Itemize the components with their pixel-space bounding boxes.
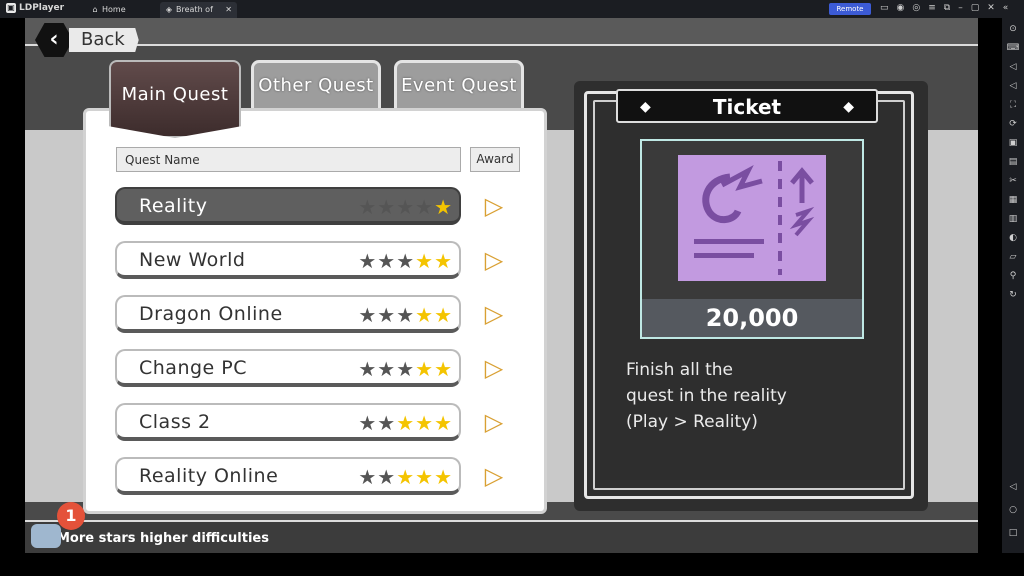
record-icon[interactable]: ▦	[1006, 193, 1020, 207]
description-line: quest in the reality	[626, 386, 787, 406]
sync-icon[interactable]: ⟳	[1006, 117, 1020, 131]
ticket-icon	[678, 155, 826, 281]
app-logo: ▣ LDPlayer	[6, 3, 64, 13]
quest-name: Reality Online	[139, 465, 279, 487]
quest-row-dragon-online[interactable]: Dragon Online ★★★★★	[115, 295, 461, 333]
android-recents-icon[interactable]: □	[1006, 526, 1020, 540]
difficulty-stars: ★★★★★	[358, 357, 453, 381]
diamond-icon: ◆	[843, 99, 854, 115]
close-tab-icon[interactable]: ✕	[225, 2, 232, 18]
game-icon: ◈	[165, 5, 173, 14]
app-name: LDPlayer	[19, 3, 65, 13]
emulator-titlebar: ▣ LDPlayer ⌂ Home ◈Breath of Dra... ✕ Rem…	[0, 0, 1024, 30]
chat-button[interactable]: 1	[25, 502, 85, 553]
rotate-icon[interactable]: ↻	[1006, 288, 1020, 302]
remote-button[interactable]: Remote	[829, 3, 871, 15]
emulator-sidebar: ⊙ ⌨ ◁ ◁ ⛶ ⟳ ▣ ▤ ✂ ▦ ▥ ◐ ▱ ⚲ ↻ ◁ ○ □	[1002, 18, 1024, 558]
bottom-bar	[0, 553, 1024, 576]
quest-name-header: Quest Name	[116, 147, 461, 172]
quest-row-reality[interactable]: Reality ★★★★★	[115, 187, 461, 225]
keyboard-icon[interactable]: ⌨	[1006, 41, 1020, 55]
tab-home[interactable]: ⌂ Home	[86, 2, 156, 18]
reward-panel: ◆ Ticket ◆ 20,000 Finish all the quest i…	[574, 81, 928, 511]
play-button-reality-online[interactable]: ▷	[481, 463, 507, 489]
screen-icon[interactable]: ▭	[880, 3, 889, 13]
gamepad-icon[interactable]: ◎	[912, 3, 920, 13]
screenshot-icon[interactable]: ▣	[1006, 136, 1020, 150]
difficulty-stars: ★★★★★	[358, 195, 453, 219]
quest-name: Class 2	[139, 411, 211, 433]
operation-icon[interactable]: ◐	[1006, 231, 1020, 245]
diamond-icon: ◆	[640, 99, 651, 115]
volume-down-icon[interactable]: ◁	[1006, 79, 1020, 93]
quest-name: Reality	[139, 195, 208, 217]
fullscreen-icon[interactable]: ⛶	[1006, 98, 1020, 112]
reward-description: Finish all the quest in the reality (Pla…	[626, 357, 856, 435]
tab-other-quest[interactable]: Other Quest	[251, 60, 381, 114]
play-button-change-pc[interactable]: ▷	[481, 355, 507, 381]
remote-label: Remote	[836, 5, 864, 13]
quest-row-new-world[interactable]: New World ★★★★★	[115, 241, 461, 279]
quest-name: Dragon Online	[139, 303, 283, 325]
minimize-icon[interactable]: –	[958, 3, 963, 13]
hint-bar: More stars higher difficulties	[25, 520, 978, 553]
chat-icon	[31, 524, 61, 548]
difficulty-stars: ★★★★★	[358, 411, 453, 435]
ticket-amount: 20,000	[642, 299, 862, 337]
tab-game[interactable]: ◈Breath of Dra... ✕	[160, 2, 237, 30]
quest-name: New World	[139, 249, 246, 271]
ticket-card[interactable]: 20,000	[640, 139, 864, 339]
scissors-icon[interactable]: ✂	[1006, 174, 1020, 188]
collapse-sidebar-icon[interactable]: «	[1003, 3, 1009, 13]
volume-up-icon[interactable]: ◁	[1006, 60, 1020, 74]
back-button[interactable]: ‹ Back	[35, 23, 139, 57]
play-button-reality[interactable]: ▷	[481, 193, 507, 219]
quest-list-panel: Quest Name Award Reality ★★★★★ ▷ New Wor…	[83, 108, 547, 514]
location-icon[interactable]: ⚲	[1006, 269, 1020, 283]
quest-row-reality-online[interactable]: Reality Online ★★★★★	[115, 457, 461, 495]
reward-title: Ticket	[712, 95, 782, 119]
game-topbar	[25, 18, 978, 46]
android-back-icon[interactable]: ◁	[1006, 480, 1020, 494]
popout-icon[interactable]: ⧉	[944, 3, 950, 13]
close-window-icon[interactable]: ✕	[987, 3, 995, 13]
tab-main-quest[interactable]: Main Quest	[109, 60, 241, 138]
tab-home-label: Home	[102, 5, 126, 14]
back-label: Back	[69, 28, 139, 52]
settings-icon[interactable]: ⊙	[1006, 22, 1020, 36]
home-icon: ⌂	[92, 5, 98, 14]
hint-text: More stars higher difficulties	[57, 531, 269, 546]
maximize-icon[interactable]: ▢	[971, 3, 980, 13]
back-arrow-icon: ‹	[35, 23, 73, 57]
play-button-dragon-online[interactable]: ▷	[481, 301, 507, 327]
reward-header: ◆ Ticket ◆	[616, 89, 878, 123]
ldplayer-logo-icon: ▣	[6, 3, 16, 13]
play-button-class-2[interactable]: ▷	[481, 409, 507, 435]
user-icon[interactable]: ◉	[897, 3, 905, 13]
quest-name: Change PC	[139, 357, 248, 379]
description-line: Finish all the	[626, 360, 733, 380]
quest-row-change-pc[interactable]: Change PC ★★★★★	[115, 349, 461, 387]
difficulty-stars: ★★★★★	[358, 303, 453, 327]
award-header: Award	[470, 147, 520, 172]
android-home-icon[interactable]: ○	[1006, 503, 1020, 517]
difficulty-stars: ★★★★★	[358, 465, 453, 489]
folder-icon[interactable]: ▱	[1006, 250, 1020, 264]
window-controls: ▭ ◉ ◎ ≡ ⧉ – ▢ ✕ «	[880, 3, 1008, 13]
quest-row-class-2[interactable]: Class 2 ★★★★★	[115, 403, 461, 441]
game-screen: ‹ Back Other Quest Event Quest Quest Nam…	[25, 18, 978, 553]
video-icon[interactable]: ▤	[1006, 155, 1020, 169]
menu-icon[interactable]: ≡	[928, 3, 936, 13]
difficulty-stars: ★★★★★	[358, 249, 453, 273]
description-line: (Play > Reality)	[626, 412, 758, 432]
apk-icon[interactable]: ▥	[1006, 212, 1020, 226]
notification-badge: 1	[57, 502, 85, 530]
play-button-new-world[interactable]: ▷	[481, 247, 507, 273]
tab-event-quest[interactable]: Event Quest	[394, 60, 524, 114]
